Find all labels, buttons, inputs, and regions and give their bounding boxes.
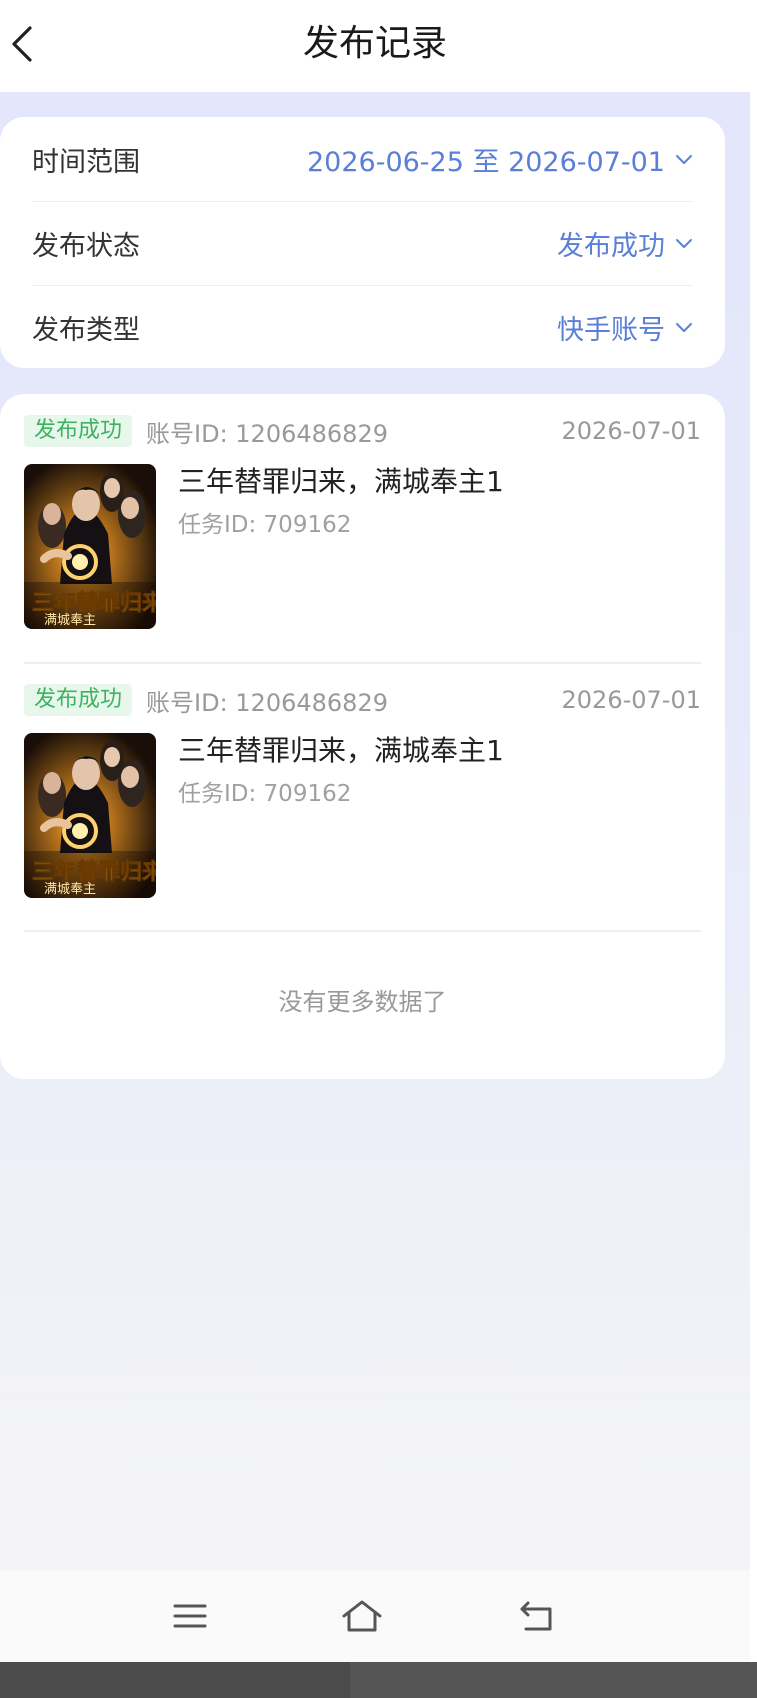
menu-button[interactable] bbox=[162, 1588, 218, 1644]
screen-edge bbox=[750, 0, 757, 1662]
list-item[interactable]: 发布成功 账号ID: 1206486829 2026-07-01 三年替罪归来 … bbox=[24, 683, 701, 951]
return-button[interactable] bbox=[508, 1588, 564, 1644]
status-badge: 发布成功 bbox=[24, 684, 133, 716]
filter-time-range-select[interactable]: 2026-06-25 至 2026-07-01 bbox=[307, 140, 693, 179]
divider bbox=[24, 930, 701, 932]
divider bbox=[24, 662, 701, 664]
header: 发布记录 bbox=[0, 0, 750, 92]
task-id: 任务ID: 709162 bbox=[178, 781, 352, 807]
home-button[interactable] bbox=[334, 1588, 390, 1644]
filter-time-range-label: 时间范围 bbox=[32, 146, 140, 178]
menu-icon bbox=[173, 1604, 207, 1628]
filter-type-value: 快手账号 bbox=[557, 314, 665, 346]
filter-status-value: 发布成功 bbox=[557, 230, 665, 262]
system-navbar bbox=[0, 1570, 750, 1662]
app-screen: 发布记录 时间范围 2026-06-25 至 2026-07-01 发布状态 发… bbox=[0, 0, 750, 1662]
filter-status-label: 发布状态 bbox=[32, 230, 140, 262]
status-badge: 发布成功 bbox=[24, 415, 133, 447]
filter-card: 时间范围 2026-06-25 至 2026-07-01 发布状态 发布成功 发… bbox=[0, 117, 725, 368]
filter-time-range-value: 2026-06-25 至 2026-07-01 bbox=[307, 146, 665, 178]
filter-status-select[interactable]: 发布成功 bbox=[557, 224, 693, 263]
filter-type[interactable]: 发布类型 快手账号 bbox=[32, 285, 693, 369]
bottom-frame bbox=[0, 1662, 757, 1698]
record-meta: 发布成功 账号ID: 1206486829 2026-07-01 bbox=[24, 683, 701, 717]
bottom-frame-segment bbox=[350, 1662, 757, 1698]
filter-status[interactable]: 发布状态 发布成功 bbox=[32, 201, 693, 285]
chevron-down-icon bbox=[676, 155, 692, 164]
svg-text:满城奉主: 满城奉主 bbox=[44, 882, 96, 897]
home-icon bbox=[342, 1600, 382, 1632]
record-date: 2026-07-01 bbox=[561, 417, 701, 445]
list-end-message: 没有更多数据了 bbox=[278, 988, 447, 1016]
filter-type-label: 发布类型 bbox=[32, 314, 140, 346]
filter-time-range[interactable]: 时间范围 2026-06-25 至 2026-07-01 bbox=[32, 117, 693, 201]
chevron-down-icon bbox=[676, 323, 692, 332]
video-thumbnail[interactable]: 三年替罪归来 满城奉主 bbox=[24, 733, 156, 898]
list-item[interactable]: 发布成功 账号ID: 1206486829 2026-07-01 三年替罪归来 … bbox=[24, 414, 701, 682]
record-title: 三年替罪归来，满城奉主1 bbox=[178, 465, 504, 498]
chevron-down-icon bbox=[676, 239, 692, 248]
record-date: 2026-07-01 bbox=[561, 686, 701, 714]
account-id: 账号ID: 1206486829 bbox=[146, 419, 388, 448]
record-title: 三年替罪归来，满城奉主1 bbox=[178, 734, 504, 767]
account-id: 账号ID: 1206486829 bbox=[146, 688, 388, 717]
records-list: 发布成功 账号ID: 1206486829 2026-07-01 三年替罪归来 … bbox=[0, 394, 725, 1079]
poster-image: 三年替罪归来 满城奉主 bbox=[24, 733, 156, 898]
filter-type-select[interactable]: 快手账号 bbox=[557, 308, 693, 347]
task-id: 任务ID: 709162 bbox=[178, 512, 352, 538]
svg-text:满城奉主: 满城奉主 bbox=[44, 613, 96, 628]
record-meta: 发布成功 账号ID: 1206486829 2026-07-01 bbox=[24, 414, 701, 448]
return-icon bbox=[520, 1601, 552, 1631]
video-thumbnail[interactable]: 三年替罪归来 满城奉主 bbox=[24, 464, 156, 629]
page-title: 发布记录 bbox=[302, 23, 447, 64]
poster-image: 三年替罪归来 满城奉主 bbox=[24, 464, 156, 629]
